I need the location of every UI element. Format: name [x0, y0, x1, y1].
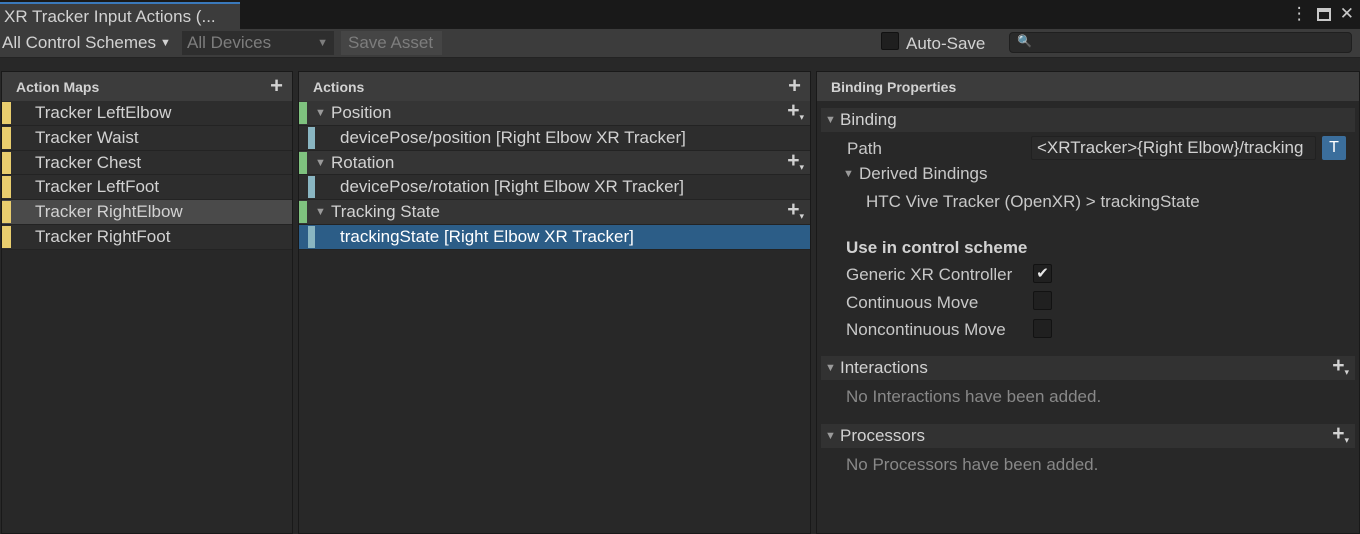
textual-edit-button[interactable]: T — [1322, 136, 1346, 160]
action-map-item[interactable]: Tracker RightFoot — [2, 224, 292, 250]
action-map-label: Tracker LeftFoot — [35, 177, 160, 197]
window-tab[interactable]: XR Tracker Input Actions (... — [0, 2, 240, 29]
interactions-section-header[interactable]: ▼ Interactions +▾ — [821, 354, 1355, 380]
actions-title: Actions — [313, 79, 365, 95]
action-label: Position — [331, 103, 392, 122]
action-map-label: Tracker Chest — [35, 152, 142, 172]
action-marker — [299, 102, 307, 124]
scheme-checkbox-noncontinuous-move[interactable] — [1033, 319, 1052, 338]
maximize-icon[interactable] — [1316, 7, 1331, 21]
action-marker — [299, 151, 307, 174]
add-processor-icon[interactable]: +▾ — [1332, 422, 1349, 452]
binding-properties-title: Binding Properties — [831, 79, 957, 95]
map-marker — [2, 201, 11, 224]
path-field[interactable]: <XRTracker>{Right Elbow}/tracking — [1031, 136, 1316, 160]
derived-bindings-label: Derived Bindings — [859, 164, 988, 183]
action-maps-panel: Action Maps + Tracker LeftElbow Tracker … — [1, 71, 293, 534]
add-binding-icon[interactable]: +▾ — [787, 99, 804, 129]
action-map-label: Tracker LeftElbow — [35, 103, 172, 122]
action-row-position[interactable]: ▼ Position +▾ — [299, 99, 810, 129]
map-marker — [2, 102, 11, 124]
binding-section-label: Binding — [840, 110, 897, 129]
action-maps-list: Tracker LeftElbow Tracker Waist Tracker … — [2, 101, 292, 250]
tab-bar: XR Tracker Input Actions (... ⋮ ✕ — [0, 0, 1360, 29]
add-interaction-icon[interactable]: +▾ — [1332, 354, 1349, 384]
scheme-label: Generic XR Controller — [846, 265, 1013, 284]
processors-section-header[interactable]: ▼ Processors +▾ — [821, 422, 1355, 448]
map-marker — [2, 225, 11, 248]
scheme-label: Noncontinuous Move — [846, 320, 1006, 339]
processors-section-label: Processors — [840, 426, 926, 445]
scheme-checkbox-continuous-move[interactable] — [1033, 291, 1052, 310]
control-scheme-heading: Use in control scheme — [846, 238, 1028, 257]
add-action-icon[interactable]: + — [788, 73, 801, 99]
binding-marker — [308, 126, 315, 149]
actions-header: Actions + — [299, 72, 810, 101]
derived-binding-item: HTC Vive Tracker (OpenXR) > trackingStat… — [866, 192, 1200, 211]
binding-label: trackingState [Right Elbow XR Tracker] — [340, 226, 634, 246]
action-map-item[interactable]: Tracker Waist — [2, 125, 292, 151]
action-row-rotation[interactable]: ▼ Rotation +▾ — [299, 149, 810, 179]
interactions-empty-text: No Interactions have been added. — [846, 387, 1102, 406]
collapse-triangle-icon[interactable]: ▼ — [825, 424, 836, 448]
actions-panel: Actions + ▼ Position +▾ devicePose/posit… — [298, 71, 811, 534]
binding-row[interactable]: devicePose/rotation [Right Elbow XR Trac… — [299, 175, 810, 201]
map-marker — [2, 151, 11, 174]
binding-marker — [308, 176, 315, 199]
binding-properties-panel: Binding Properties ▼ Binding Path <XRTra… — [816, 71, 1360, 534]
action-map-item[interactable]: Tracker Chest — [2, 150, 292, 176]
search-icon: 🔍 — [1017, 34, 1032, 48]
chevron-down-icon: ▼ — [317, 37, 328, 49]
action-label: Rotation — [331, 152, 395, 172]
action-label: Tracking State — [331, 202, 440, 222]
action-map-label: Tracker RightElbow — [35, 202, 183, 222]
binding-label: devicePose/position [Right Elbow XR Trac… — [340, 127, 686, 147]
derived-triangle-icon[interactable]: ▼ — [843, 164, 854, 184]
expand-triangle-icon[interactable]: ▼ — [315, 151, 326, 175]
add-binding-icon[interactable]: +▾ — [787, 149, 804, 179]
path-label: Path — [847, 139, 882, 158]
interactions-section-label: Interactions — [840, 358, 928, 377]
devices-label: All Devices — [187, 33, 272, 52]
map-marker — [2, 126, 11, 149]
search-input[interactable]: 🔍 — [1009, 32, 1352, 53]
binding-row[interactable]: devicePose/position [Right Elbow XR Trac… — [299, 125, 810, 151]
binding-properties-header: Binding Properties — [817, 72, 1359, 101]
kebab-menu-icon[interactable]: ⋮ — [1291, 3, 1308, 25]
close-icon[interactable]: ✕ — [1340, 3, 1354, 25]
action-map-item-selected[interactable]: Tracker RightElbow — [2, 200, 292, 225]
action-row-tracking-state[interactable]: ▼ Tracking State +▾ — [299, 198, 810, 228]
auto-save-label: Auto-Save — [906, 34, 986, 53]
action-map-label: Tracker RightFoot — [35, 226, 171, 246]
map-marker — [2, 176, 11, 199]
scheme-checkbox-generic-xr[interactable]: ✔ — [1033, 264, 1052, 283]
action-marker — [299, 201, 307, 224]
action-map-item[interactable]: Tracker LeftFoot — [2, 175, 292, 201]
binding-section-header[interactable]: ▼ Binding — [821, 108, 1355, 132]
control-schemes-label: All Control Schemes — [2, 33, 157, 52]
processors-empty-text: No Processors have been added. — [846, 455, 1099, 474]
expand-triangle-icon[interactable]: ▼ — [315, 200, 326, 224]
add-binding-icon[interactable]: +▾ — [787, 198, 804, 228]
window-controls: ⋮ ✕ — [1291, 3, 1354, 25]
add-action-map-icon[interactable]: + — [270, 73, 283, 99]
action-maps-header: Action Maps + — [2, 72, 292, 101]
action-map-label: Tracker Waist — [35, 127, 139, 147]
action-map-item[interactable]: Tracker LeftElbow — [2, 101, 292, 126]
scheme-label: Continuous Move — [846, 293, 979, 312]
collapse-triangle-icon[interactable]: ▼ — [825, 356, 836, 380]
auto-save-checkbox[interactable] — [881, 32, 899, 50]
binding-marker — [308, 225, 315, 248]
collapse-triangle-icon[interactable]: ▼ — [825, 108, 836, 132]
devices-dropdown[interactable]: All Devices ▼ — [182, 31, 334, 55]
save-asset-button[interactable]: Save Asset — [341, 31, 442, 55]
actions-tree: ▼ Position +▾ devicePose/position [Right… — [299, 99, 810, 250]
action-maps-title: Action Maps — [16, 79, 100, 95]
expand-triangle-icon[interactable]: ▼ — [315, 101, 326, 125]
chevron-down-icon: ▼ — [160, 37, 171, 49]
control-schemes-dropdown[interactable]: All Control Schemes ▼ — [2, 31, 171, 55]
binding-row-selected[interactable]: trackingState [Right Elbow XR Tracker] — [299, 224, 810, 250]
binding-label: devicePose/rotation [Right Elbow XR Trac… — [340, 177, 684, 197]
